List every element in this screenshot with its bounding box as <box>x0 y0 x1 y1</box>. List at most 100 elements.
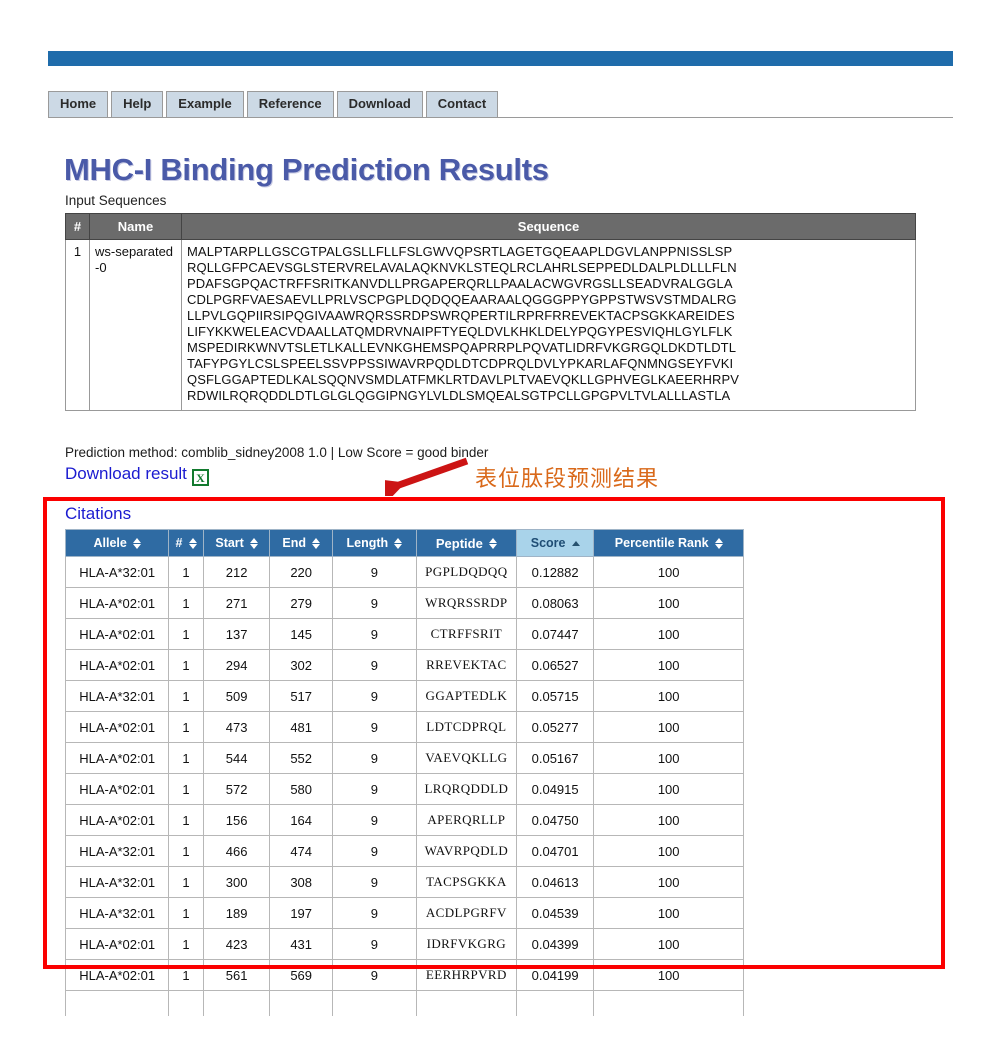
cell-length: 9 <box>331 959 417 991</box>
cell-allele: HLA-A*02:01 <box>64 773 170 805</box>
results-table-row[interactable]: HLA-A*32:01 1 466 474 9 WAVRPQDLD 0.04701 100 <box>64 835 744 867</box>
sort-toggle-icon[interactable] <box>311 537 320 549</box>
cell-peptide: VAEVQKLLG <box>415 742 517 774</box>
results-table-row[interactable]: HLA-A*32:01 1 300 308 9 TACPSGKKA 0.04613 100 <box>64 866 744 898</box>
sort-toggle-icon[interactable] <box>132 537 141 549</box>
sort-toggle-icon[interactable] <box>714 537 723 549</box>
cell-end: 308 <box>269 866 333 898</box>
cell-peptide: WAVRPQDLD <box>415 835 517 867</box>
cell-end: 220 <box>269 556 333 588</box>
cell-length: 9 <box>331 556 417 588</box>
cell-length: 9 <box>331 804 417 836</box>
cell-row-number: 1 <box>168 742 204 774</box>
cell-length: 9 <box>331 897 417 929</box>
cell-row-number: 1 <box>168 649 204 681</box>
nav-tab-home[interactable]: Home <box>48 91 109 117</box>
citations-link[interactable]: Citations <box>65 504 131 524</box>
cell-row-number: 1 <box>168 897 204 929</box>
cell-start: 561 <box>202 959 271 991</box>
cell-percentile-rank: 100 <box>593 587 744 619</box>
nav-tab-reference[interactable]: Reference <box>246 91 334 117</box>
results-table-row[interactable]: HLA-A*02:01 1 572 580 9 LRQRQDDLD 0.04915 100 <box>64 773 744 805</box>
sort-toggle-icon[interactable] <box>394 537 403 549</box>
cell-percentile-rank: 100 <box>593 928 744 960</box>
input-col-name: Name <box>89 213 182 240</box>
cell-allele: HLA-A*32:01 <box>64 835 170 867</box>
cell-peptide: CTRFFSRIT <box>415 618 517 650</box>
results-col-label: End <box>282 536 306 550</box>
cell-allele: HLA-A*02:01 <box>64 711 170 743</box>
cell-length: 9 <box>331 773 417 805</box>
cell-score: 0.04915 <box>515 773 595 805</box>
cell-peptide: EERHRPVRD <box>415 959 517 991</box>
results-col-num[interactable]: # <box>168 529 204 557</box>
sort-ascending-icon[interactable] <box>571 538 580 549</box>
input-sequences-table: # Name Sequence 1 ws-separated-0 MALPTARPL… <box>65 213 916 411</box>
cell-score: 0.04539 <box>515 897 595 929</box>
nav-tab-help[interactable]: Help <box>111 91 164 117</box>
cell-score: 0.05715 <box>515 680 595 712</box>
cell-percentile-rank: 100 <box>593 773 744 805</box>
page-root: Home Help Example Reference Download Contact … <box>0 0 1000 1046</box>
sequence-line: LIFYKKWELEACVDAALLATQMDRVNAIPFTYEQLDVLKH… <box>187 324 733 339</box>
cell-row-number: 1 <box>168 618 204 650</box>
sequence-line: RQLLGFPCAEVSGLSTERVRELAVALAQKNVKLSTEQLRC… <box>187 260 737 275</box>
cell-length: 9 <box>331 587 417 619</box>
results-col-score[interactable]: Score <box>515 529 595 557</box>
input-row-sequence: MALPTARPLLGSCGTPALGSLLFLLFSLGWVQPSRTLAGE… <box>181 239 916 411</box>
results-table-row[interactable]: HLA-A*02:01 1 137 145 9 CTRFFSRIT 0.07447 100 <box>64 618 744 650</box>
excel-icon[interactable]: X <box>191 469 209 486</box>
results-col-peptide[interactable]: Peptide <box>415 529 517 557</box>
results-table-wrapper: Allele # Start End Length Peptide Score Percent… <box>64 529 744 1022</box>
cell-peptide: LDTCDPRQL <box>415 711 517 743</box>
results-col-end[interactable]: End <box>269 529 333 557</box>
results-col-label: Allele <box>93 536 127 550</box>
nav-tab-example[interactable]: Example <box>166 91 244 117</box>
sort-toggle-icon[interactable] <box>188 537 197 549</box>
cell-start: 466 <box>202 835 271 867</box>
results-col-length[interactable]: Length <box>331 529 417 557</box>
cell-row-number: 1 <box>168 556 204 588</box>
results-table-row[interactable]: HLA-A*02:01 1 423 431 9 IDRFVKGRG 0.04399 100 <box>64 928 744 960</box>
results-table-row[interactable]: HLA-A*02:01 1 294 302 9 RREVEKTAC 0.06527 100 <box>64 649 744 681</box>
sequence-line: MSPEDIRKWNVTSLETLKALLEVNKGHEMSPQAPRRPLPQ… <box>187 340 737 355</box>
results-col-inner: Score <box>522 536 588 550</box>
nav-tab-contact[interactable]: Contact <box>425 91 499 117</box>
results-col-start[interactable]: Start <box>202 529 271 557</box>
results-col-allele[interactable]: Allele <box>64 529 170 557</box>
results-col-inner: Start <box>209 536 265 550</box>
cell-row-number: 1 <box>168 680 204 712</box>
cell-row-number: 1 <box>168 959 204 991</box>
cell-allele: HLA-A*32:01 <box>64 680 170 712</box>
sort-toggle-icon[interactable] <box>488 537 497 549</box>
nav-tab-download[interactable]: Download <box>336 91 423 117</box>
results-table-row[interactable]: HLA-A*02:01 1 561 569 9 EERHRPVRD 0.04199 100 <box>64 959 744 991</box>
results-table-row[interactable]: HLA-A*32:01 1 212 220 9 PGPLDQDQQ 0.12882 100 <box>64 556 744 588</box>
results-table-row[interactable]: HLA-A*32:01 1 509 517 9 GGAPTEDLK 0.05715 100 <box>64 680 744 712</box>
sort-toggle-icon[interactable] <box>249 537 258 549</box>
cell-start: 509 <box>202 680 271 712</box>
results-table-row[interactable]: HLA-A*32:01 1 189 197 9 ACDLPGRFV 0.04539 100 <box>64 897 744 929</box>
cell-end: 580 <box>269 773 333 805</box>
input-sequence-row: 1 ws-separated-0 MALPTARPLLGSCGTPALGSLLFLL… <box>65 239 916 411</box>
results-col-percentile-rank[interactable]: Percentile Rank <box>593 529 744 557</box>
sequence-line: PDAFSGPQACTRFFSRITKANVDLLPRGAPERQRLLPAAL… <box>187 276 733 291</box>
results-table-row[interactable]: HLA-A*02:01 1 544 552 9 VAEVQKLLG 0.05167 100 <box>64 742 744 774</box>
cell-allele: HLA-A*02:01 <box>64 649 170 681</box>
sequence-line: LLPVLGQPIIRSIPQGIVAAWRQRSSRDPSWRQPERTILR… <box>187 308 735 323</box>
cell-start: 156 <box>202 804 271 836</box>
results-table-row[interactable]: HLA-A*02:01 1 156 164 9 APERQRLLP 0.04750 100 <box>64 804 744 836</box>
results-col-inner: Percentile Rank <box>599 536 738 550</box>
input-row-name: ws-separated-0 <box>89 239 182 411</box>
cell-peptide: ACDLPGRFV <box>415 897 517 929</box>
sequence-line: TAFYPGYLCSLSPEELSSVPPSSIWAVRPQDLDTCDPRQL… <box>187 356 734 371</box>
results-table-row[interactable]: HLA-A*02:01 1 473 481 9 LDTCDPRQL 0.05277 100 <box>64 711 744 743</box>
cell-start: 572 <box>202 773 271 805</box>
cell-allele: HLA-A*02:01 <box>64 587 170 619</box>
results-table-row[interactable]: HLA-A*02:01 1 271 279 9 WRQRSSRDP 0.08063 100 <box>64 587 744 619</box>
cell-score: 0.05277 <box>515 711 595 743</box>
cell-row-number: 1 <box>168 866 204 898</box>
download-result-link[interactable]: Download result <box>65 464 187 483</box>
input-col-index: # <box>65 213 90 240</box>
cell-score: 0.04701 <box>515 835 595 867</box>
